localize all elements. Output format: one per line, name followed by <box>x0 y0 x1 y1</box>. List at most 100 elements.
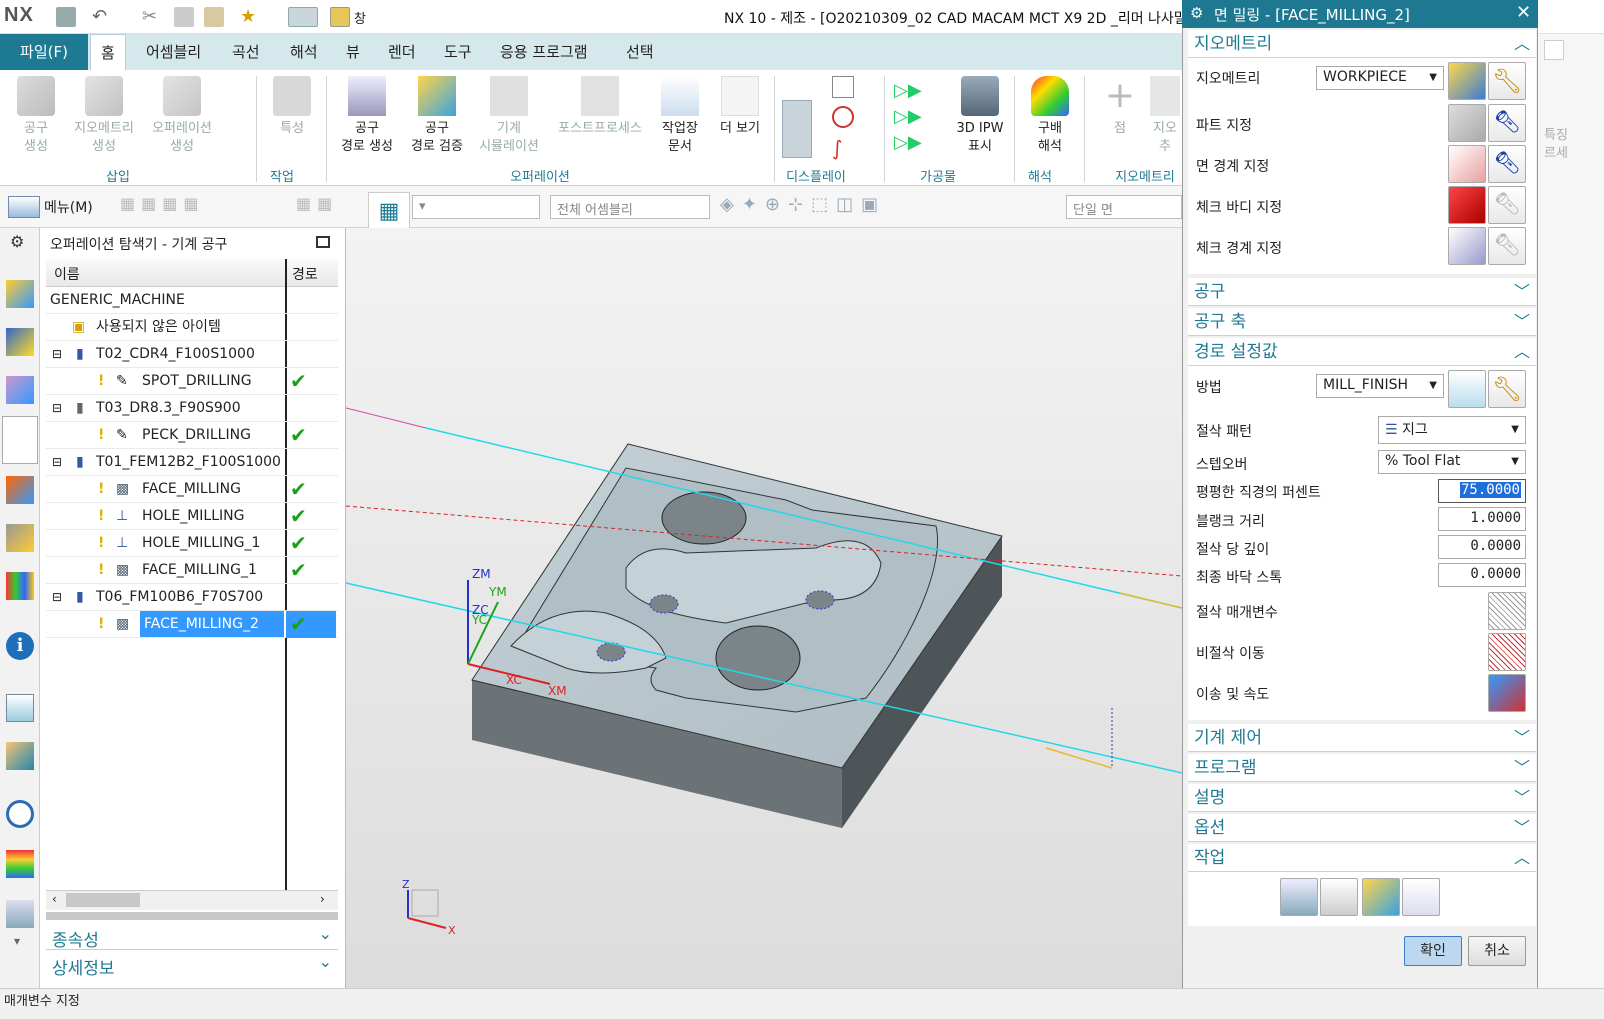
show-3d-ipw-button[interactable]: 3D IPW 표시 <box>952 76 1008 156</box>
section-actions[interactable]: 작업 ︿ <box>1188 844 1536 872</box>
show-flashlight-icon[interactable]: 🔦︎ <box>1488 227 1526 265</box>
non-cutting-moves-icon[interactable] <box>1488 633 1526 671</box>
snap-icons[interactable]: ▦▦ <box>296 194 360 220</box>
type-filter-select[interactable]: ▾ <box>412 195 540 219</box>
list-icon[interactable] <box>1402 878 1440 916</box>
scrollbar-thumb[interactable] <box>66 893 140 907</box>
tree-row[interactable]: ! ▩ FACE_MILLING_1 ✔ <box>46 557 338 584</box>
collapse-icon[interactable]: ⊟ <box>52 395 62 422</box>
final-floor-stock-input[interactable]: 0.0000 <box>1438 563 1526 587</box>
generate-icon[interactable] <box>1280 878 1318 916</box>
flat-diameter-percent-input[interactable]: 75.0000 <box>1438 479 1526 503</box>
section-machine-control[interactable]: 기계 제어 ﹀ <box>1188 724 1536 752</box>
close-icon[interactable]: ✕ <box>1516 2 1531 23</box>
window-menu[interactable]: 창 <box>354 8 366 27</box>
scroll-down-icon[interactable]: ▾ <box>14 934 20 948</box>
section-tool[interactable]: 공구 ﹀ <box>1188 278 1536 306</box>
tree-row[interactable]: ⊟ ▮ T01_FEM12B2_F100S1000 <box>46 449 338 476</box>
tree-row[interactable]: ! ⊥ HOLE_MILLING ✔ <box>46 503 338 530</box>
display-option-icon[interactable] <box>832 76 854 98</box>
info-icon[interactable]: i <box>6 632 34 660</box>
replay-icon[interactable] <box>1320 878 1358 916</box>
selection-tool-icons[interactable]: ◈✦⊕⊹⬚◫▣ <box>720 194 1060 220</box>
face-rule-select[interactable]: 단일 면 <box>1066 195 1182 219</box>
show-flashlight-icon[interactable]: 🔦︎ <box>1488 104 1526 142</box>
show-flashlight-icon[interactable]: 🔦︎ <box>1488 145 1526 183</box>
select-check-boundary-icon[interactable] <box>1448 227 1486 265</box>
palette-icon[interactable] <box>6 850 34 878</box>
tree-row-selected[interactable]: ! ▩ FACE_MILLING_2 ✔ <box>46 611 338 638</box>
web-browser-icon[interactable] <box>6 694 34 722</box>
point-button[interactable]: + 점 <box>1092 76 1148 138</box>
verify-icon[interactable] <box>1362 878 1400 916</box>
cutting-params-icon[interactable] <box>1488 592 1526 630</box>
section-program[interactable]: 프로그램 ﹀ <box>1188 754 1536 782</box>
window-restore-icon[interactable] <box>1544 40 1564 60</box>
save-icon[interactable] <box>56 7 76 27</box>
section-path-settings[interactable]: 경로 설정값 ︿ <box>1188 338 1536 366</box>
paste-icon[interactable] <box>204 7 224 27</box>
library-icon[interactable] <box>6 572 34 600</box>
shop-doc-button[interactable]: 작업장 문서 <box>652 76 708 156</box>
menu-button[interactable]: 메뉴(M) <box>44 197 93 217</box>
panel-splitter[interactable] <box>46 912 338 920</box>
workpiece-icons[interactable]: ▷▶ ▷▶ ▷▶ <box>894 78 948 156</box>
reuse-library-icon[interactable] <box>6 524 34 552</box>
cut-pattern-select[interactable]: ☰ 지그 ▼ <box>1378 416 1526 444</box>
dependencies-panel[interactable]: 종속성 ⌄ <box>46 924 338 951</box>
depth-per-cut-input[interactable]: 0.0000 <box>1438 535 1526 559</box>
verify-toolpath-button[interactable]: 공구 경로 검증 <box>404 76 470 156</box>
window-icon[interactable] <box>330 7 350 27</box>
section-geometry[interactable]: 지오메트리 ︿ <box>1188 30 1536 58</box>
draft-analysis-button[interactable]: 구배 해석 <box>1022 76 1078 156</box>
tree-row[interactable]: ⊟ ▮ T02_CDR4_F100S1000 <box>46 341 338 368</box>
copy-icon[interactable] <box>174 7 194 27</box>
tree-row[interactable]: ! ▩ FACE_MILLING ✔ <box>46 476 338 503</box>
tree-row[interactable]: ⊟ ▮ T03_DR8.3_F90S900 <box>46 395 338 422</box>
create-operation-button[interactable]: 오퍼레이션 생성 <box>144 76 220 156</box>
blank-distance-input[interactable]: 1.0000 <box>1438 507 1526 531</box>
tree-row[interactable]: ! ✎ PECK_DRILLING ✔ <box>46 422 338 449</box>
history-clock-icon[interactable] <box>6 800 34 828</box>
feeds-speeds-icon[interactable] <box>1488 674 1526 712</box>
show-flashlight-icon[interactable]: 🔦︎ <box>1488 186 1526 224</box>
method-select[interactable]: MILL_FINISH ▼ <box>1316 374 1444 398</box>
curve-display-icon[interactable]: ∫ <box>832 136 854 160</box>
postprocess-button[interactable]: 포스트프로세스 <box>550 76 650 138</box>
machine-simulation-button[interactable]: 기계 시뮬레이션 <box>474 76 544 156</box>
cancel-button[interactable]: 취소 <box>1468 936 1526 966</box>
part-navigator-icon[interactable] <box>6 376 34 404</box>
scroll-right-icon[interactable]: › <box>320 892 325 906</box>
tree-row[interactable]: ! ⊥ HOLE_MILLING_1 ✔ <box>46 530 338 557</box>
selection-filter-icons[interactable]: ▦▦▦▦ <box>120 194 280 220</box>
grid-icon[interactable]: ▦ <box>368 192 410 232</box>
properties-button[interactable]: 특성 <box>264 76 320 138</box>
handshake-icon[interactable] <box>6 742 34 770</box>
tab-view[interactable]: 뷰 <box>336 34 370 70</box>
column-name-header[interactable]: 이름 <box>54 264 80 284</box>
new-geometry-icon[interactable] <box>1448 62 1486 100</box>
select-boundary-icon[interactable] <box>1448 145 1486 183</box>
collapse-icon[interactable]: ⊟ <box>52 341 62 368</box>
assembly-filter-select[interactable]: 전체 어셈블리 <box>550 195 710 219</box>
section-description[interactable]: 설명 ﹀ <box>1188 784 1536 812</box>
tab-render[interactable]: 렌더 <box>378 34 426 70</box>
edit-wrench-icon[interactable]: 🔧︎ <box>1488 62 1526 100</box>
collapse-icon[interactable]: ⊟ <box>52 449 62 476</box>
tree-row[interactable]: GENERIC_MACHINE <box>46 287 338 314</box>
tab-selection[interactable]: 선택 <box>616 34 664 70</box>
collapse-icon[interactable]: ⊟ <box>52 584 62 611</box>
create-tool-button[interactable]: 공구 생성 <box>8 76 64 156</box>
touch-mode-icon[interactable] <box>288 7 318 27</box>
more-button[interactable]: 더 보기 <box>712 76 768 138</box>
tab-analysis[interactable]: 해석 <box>280 34 328 70</box>
details-panel[interactable]: 상세정보 ⌄ <box>46 952 338 979</box>
star-icon[interactable]: ★ <box>240 7 260 27</box>
stepover-select[interactable]: % Tool Flat ▼ <box>1378 450 1526 474</box>
edit-wrench-icon[interactable]: 🔧︎ <box>1488 370 1526 408</box>
display-toggle-icon[interactable] <box>782 100 812 158</box>
cut-icon[interactable]: ✂ <box>142 7 162 27</box>
tab-applications[interactable]: 응용 프로그램 <box>490 34 598 70</box>
create-geometry-button[interactable]: 지오메트리 생성 <box>66 76 142 156</box>
tab-tools[interactable]: 도구 <box>434 34 482 70</box>
